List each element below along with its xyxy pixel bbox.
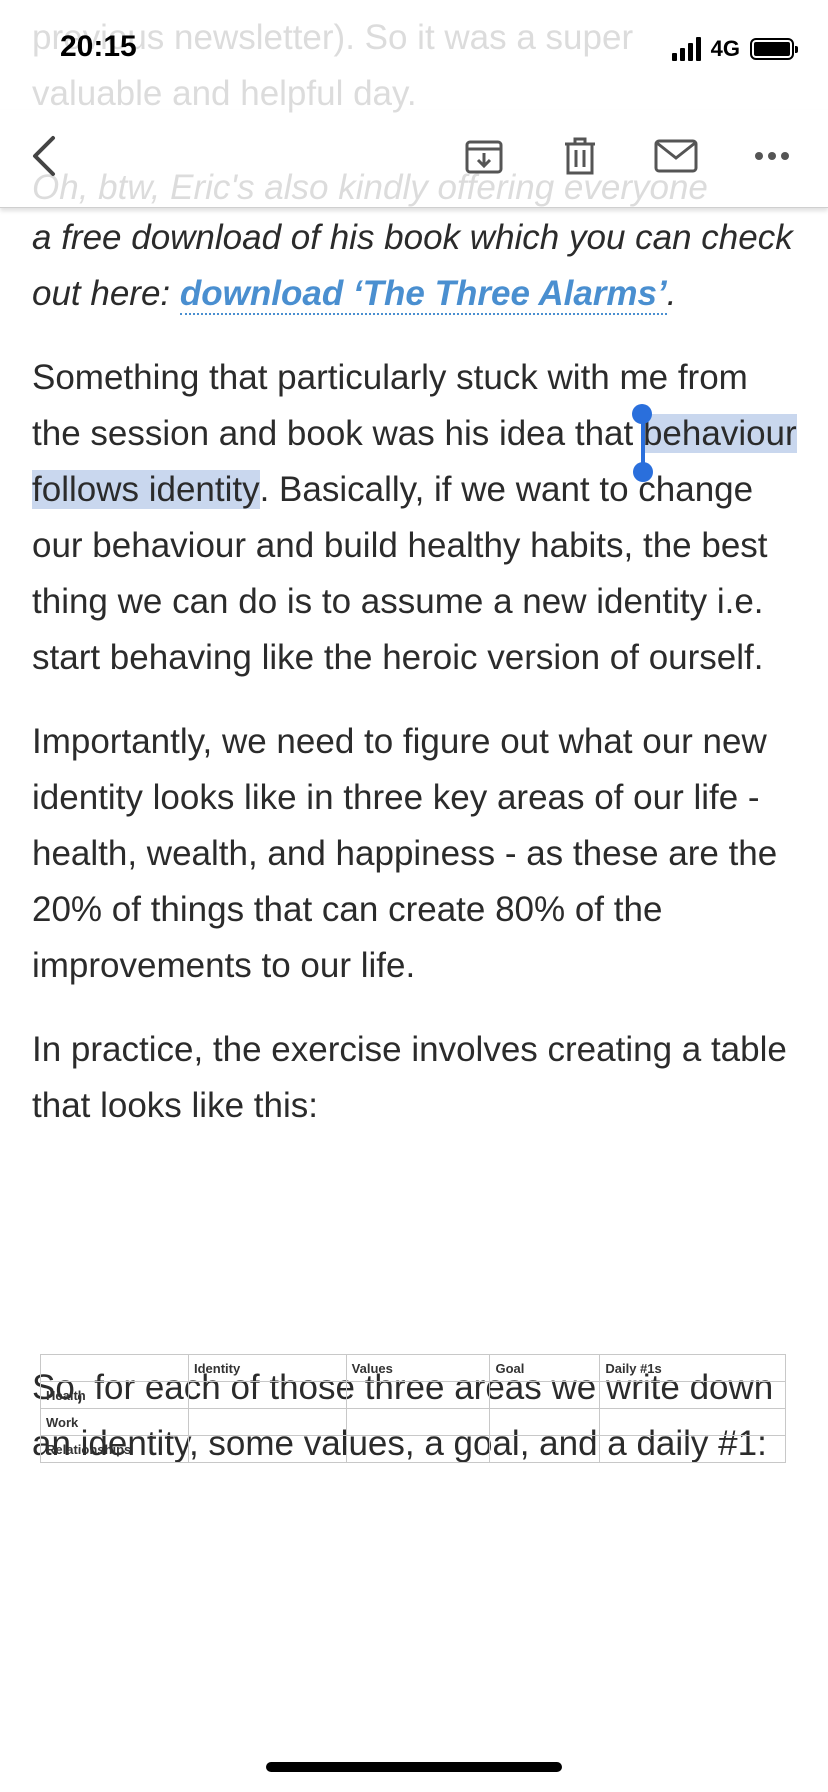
battery-icon (750, 38, 798, 60)
paragraph-text: . (666, 274, 677, 313)
back-icon (33, 136, 55, 176)
status-time: 20:15 (60, 30, 137, 63)
status-indicators: 4G (671, 36, 798, 62)
trash-icon (565, 137, 595, 175)
network-label: 4G (710, 36, 740, 61)
paragraph: Something that particularly stuck with m… (32, 350, 802, 686)
table-row: Health (40, 1381, 786, 1409)
back-button[interactable] (16, 128, 72, 184)
status-bar: 20:15 4G (0, 0, 828, 100)
table-header-cell: Goal (489, 1354, 601, 1382)
identity-table: Identity Values Goal Daily #1s Health Wo… (40, 1354, 786, 1463)
home-indicator[interactable] (266, 1762, 562, 1772)
email-toolbar (0, 110, 828, 208)
table-row: Work (40, 1408, 786, 1436)
archive-icon (465, 140, 503, 174)
more-button[interactable] (744, 128, 800, 184)
more-icon (755, 152, 789, 160)
delete-button[interactable] (552, 128, 608, 184)
table-header-cell: Identity (188, 1354, 347, 1382)
book-download-link[interactable]: download ‘The Three Alarms’ (179, 274, 667, 315)
table-header-cell: Values (345, 1354, 491, 1382)
paragraph: a free download of his book which you ca… (32, 210, 802, 322)
table-row-label: Health (40, 1381, 189, 1409)
paragraph: Importantly, we need to figure out what … (32, 722, 778, 985)
signal-icon (671, 37, 701, 61)
table-row-label: Work (40, 1408, 189, 1436)
table-header-cell: Daily #1s (599, 1354, 786, 1382)
selection-end-handle[interactable] (632, 416, 653, 482)
archive-button[interactable] (456, 128, 512, 184)
table-row: Relationships (40, 1435, 786, 1463)
mail-button[interactable] (648, 128, 704, 184)
paragraph: In practice, the exercise involves creat… (32, 1030, 787, 1125)
table-header-cell (40, 1354, 189, 1382)
table-row-label: Relationships (40, 1435, 189, 1463)
table-header-row: Identity Values Goal Daily #1s (40, 1354, 786, 1382)
mail-icon (654, 139, 698, 173)
email-body: a free download of his book which you ca… (32, 210, 802, 1472)
